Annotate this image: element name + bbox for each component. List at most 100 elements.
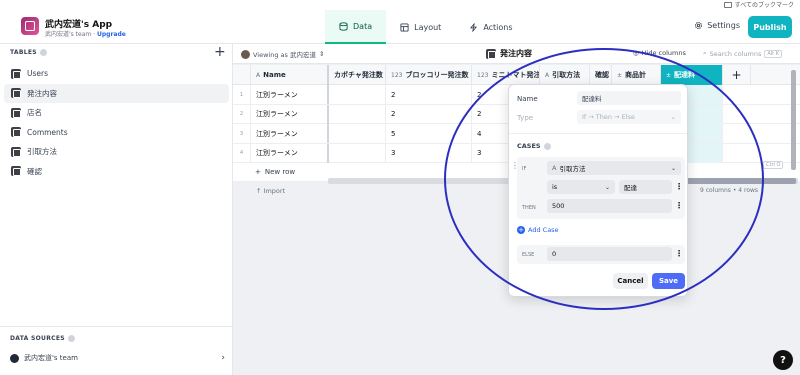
- team-name: 武内宏道's team: [45, 31, 92, 38]
- info-icon[interactable]: [39, 49, 47, 56]
- drag-handle-icon[interactable]: ⋮: [511, 161, 519, 170]
- cancel-button[interactable]: Cancel: [613, 273, 648, 289]
- cell[interactable]: 5: [386, 124, 472, 143]
- table-icon: [11, 107, 21, 118]
- eye-icon: ◎: [633, 49, 639, 57]
- number-type-icon: 123: [391, 71, 403, 79]
- users-table-icon: [11, 68, 21, 79]
- grid-toolbar: Viewing as 武内宏道 ⇕ 発注内容 ◎ Hide columns ⌕ …: [233, 44, 800, 64]
- import-label: Import: [263, 187, 286, 195]
- cell[interactable]: 3: [386, 143, 472, 163]
- chevron-down-icon: ⌄: [604, 183, 610, 191]
- add-case-button[interactable]: + Add Case: [517, 226, 559, 234]
- text-type-icon: A: [545, 71, 550, 79]
- help-button[interactable]: ?: [773, 350, 793, 370]
- name-label: Name: [517, 95, 538, 103]
- cell-name[interactable]: 江別ラーメン: [251, 104, 329, 124]
- column-header-name[interactable]: A Name: [251, 65, 329, 85]
- sidebar-item-order[interactable]: 発注内容: [4, 83, 229, 103]
- tab-actions[interactable]: Actions: [455, 10, 526, 44]
- info-icon[interactable]: [67, 335, 75, 342]
- data-sources-heading: DATA SOURCES: [10, 335, 75, 342]
- cell-name[interactable]: 江別ラーメン: [251, 85, 329, 104]
- then-value-field[interactable]: 500: [547, 199, 672, 213]
- if-then-else-icon: ±: [666, 71, 672, 79]
- table-title-label: 発注内容: [500, 49, 532, 58]
- bookmark-bar: すべてのブックマーク: [0, 0, 800, 10]
- hide-columns-button[interactable]: ◎ Hide columns: [633, 49, 686, 57]
- sidebar-item-comments[interactable]: Comments: [4, 123, 229, 143]
- more-icon[interactable]: ⋮: [675, 182, 683, 191]
- upgrade-link[interactable]: Upgrade: [97, 31, 126, 38]
- sidebar-item-store[interactable]: 店名: [4, 103, 229, 123]
- cell-name[interactable]: 江別ラーメン: [251, 124, 329, 143]
- settings-button[interactable]: Settings: [694, 21, 740, 30]
- column-header-selected[interactable]: ± 配達料: [661, 65, 723, 85]
- sidebar-item-confirm[interactable]: 確認: [4, 162, 229, 182]
- case-column-select[interactable]: A 引取方法 ⌄: [547, 161, 681, 175]
- publish-button[interactable]: Publish: [748, 16, 792, 38]
- tab-layout[interactable]: Layout: [386, 10, 455, 44]
- settings-label: Settings: [707, 21, 740, 30]
- sidebar-item-label: 店名: [27, 108, 42, 118]
- save-button[interactable]: Save: [652, 273, 685, 289]
- data-source-team[interactable]: 武内宏道's team ›: [10, 353, 225, 363]
- search-input[interactable]: Search columns: [710, 50, 762, 58]
- then-label: THEN: [522, 205, 536, 211]
- sidebar: TABLES + Users 発注内容 店名 Comments 引取方法 確認 …: [0, 44, 233, 375]
- search-columns[interactable]: ⌕ Search columns Alt K: [703, 49, 782, 58]
- cell-name[interactable]: 江別ラーメン: [251, 143, 329, 163]
- sidebar-item-pickup[interactable]: 引取方法: [4, 142, 229, 162]
- more-icon[interactable]: ⋮: [675, 201, 683, 210]
- column-header[interactable]: 123ミニトマト発注数: [472, 65, 540, 85]
- more-icon[interactable]: ⋮: [675, 249, 683, 258]
- cell[interactable]: 2: [386, 104, 472, 124]
- hide-columns-label: Hide columns: [641, 49, 686, 57]
- sidebar-item-label: 発注内容: [27, 88, 57, 98]
- cell[interactable]: [329, 143, 386, 163]
- divider: [509, 133, 687, 134]
- text-type-icon: A: [552, 164, 557, 172]
- info-icon[interactable]: [543, 142, 551, 150]
- add-column-button[interactable]: +: [723, 65, 751, 85]
- if-then-else-icon: ±: [617, 71, 623, 79]
- then-value: 500: [552, 202, 565, 210]
- sidebar-item-users[interactable]: Users: [4, 64, 229, 84]
- cell[interactable]: 2: [386, 85, 472, 104]
- column-header[interactable]: カボチャ発注数: [329, 65, 386, 85]
- all-bookmarks[interactable]: すべてのブックマーク: [723, 0, 794, 9]
- else-value-field[interactable]: 0: [547, 247, 672, 261]
- upload-icon: ↑: [256, 187, 262, 195]
- column-header[interactable]: 123 ブロッコリー発注数: [386, 65, 472, 85]
- lightning-icon: [10, 353, 19, 363]
- chevron-updown-icon: ⇕: [318, 50, 325, 58]
- operator-select[interactable]: is ⌄: [547, 180, 615, 194]
- tables-heading-label: TABLES: [10, 49, 37, 56]
- name-field[interactable]: 配達料: [577, 91, 681, 105]
- viewing-as-selector[interactable]: Viewing as 武内宏道 ⇕: [241, 49, 324, 59]
- column-label: 配達料: [674, 71, 696, 79]
- gear-icon: [695, 21, 703, 30]
- database-icon: [339, 21, 348, 31]
- cell[interactable]: [329, 85, 386, 104]
- tab-data[interactable]: Data: [325, 10, 387, 44]
- table-icon: [11, 88, 21, 99]
- cell[interactable]: [329, 124, 386, 143]
- shortcut-badge: Ctrl O: [763, 161, 784, 169]
- vertical-scrollbar[interactable]: [791, 70, 796, 170]
- compare-value-field[interactable]: 配達: [619, 180, 672, 194]
- number-type-icon: 123: [477, 71, 489, 79]
- app-icon[interactable]: [21, 17, 39, 35]
- sidebar-item-label: Users: [27, 69, 49, 79]
- column-header[interactable]: ± 商品計: [612, 65, 661, 85]
- sidebar-item-label: Comments: [27, 127, 68, 137]
- column-header[interactable]: A 引取方法: [540, 65, 590, 85]
- tab-actions-label: Actions: [483, 22, 513, 32]
- type-value: If → Then → Else: [582, 113, 635, 121]
- type-select: If → Then → Else ⌄: [577, 110, 681, 124]
- cell[interactable]: [329, 104, 386, 124]
- column-header[interactable]: 確認: [590, 65, 612, 85]
- import-button[interactable]: ↑ Import: [256, 187, 285, 195]
- data-source-label: 武内宏道's team: [24, 354, 78, 362]
- add-table-button[interactable]: +: [214, 44, 226, 60]
